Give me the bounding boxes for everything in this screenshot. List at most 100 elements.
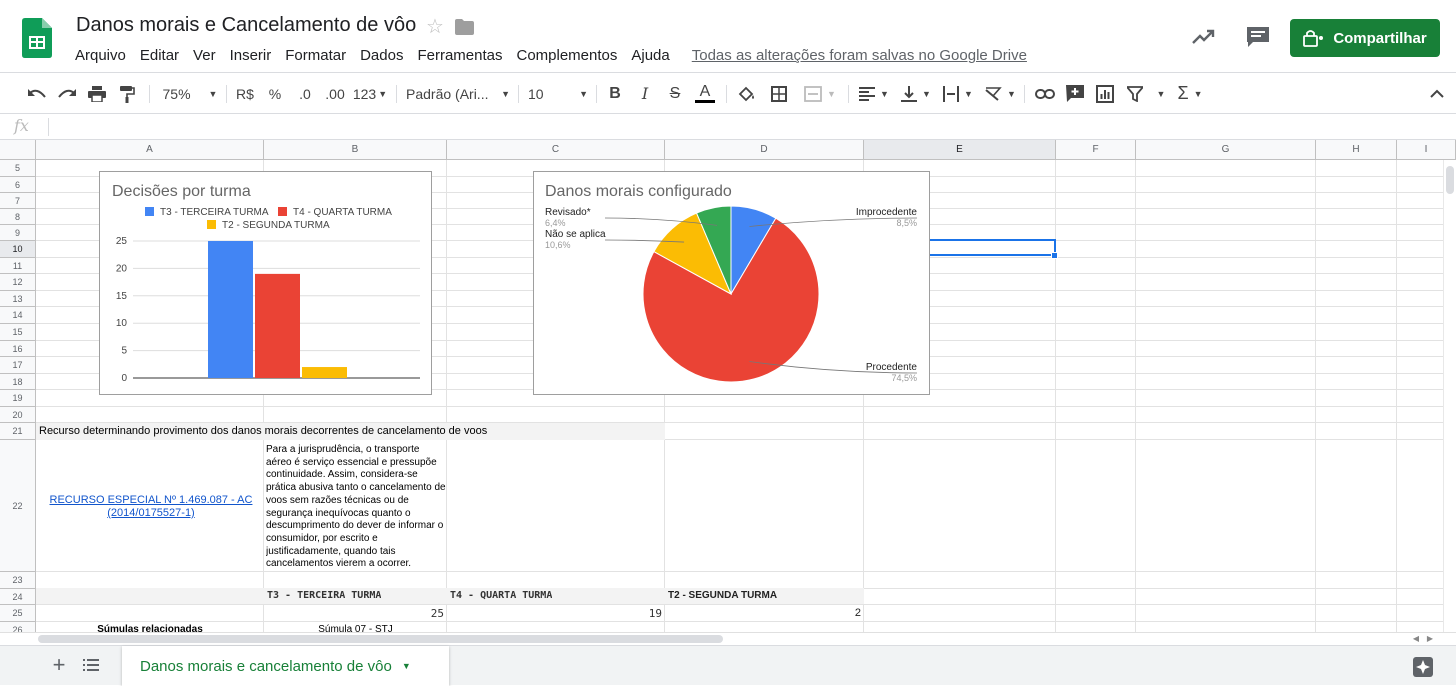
all-sheets-icon[interactable] bbox=[83, 658, 99, 672]
cell-b24[interactable]: T3 - TERCEIRA TURMA bbox=[267, 590, 381, 601]
column-header-b[interactable]: B bbox=[264, 140, 447, 160]
borders-icon[interactable] bbox=[766, 73, 792, 114]
menu-formatar[interactable]: Formatar bbox=[278, 45, 353, 67]
redo-icon[interactable] bbox=[54, 73, 80, 114]
menu-ajuda[interactable]: Ajuda bbox=[624, 45, 676, 67]
row-header-23[interactable]: 23 bbox=[0, 572, 36, 589]
vertical-scroll-thumb[interactable] bbox=[1446, 166, 1454, 194]
undo-icon[interactable] bbox=[24, 73, 50, 114]
save-status-link[interactable]: Todas as alterações foram salvas no Goog… bbox=[677, 45, 1035, 67]
case-link[interactable]: RECURSO ESPECIAL Nº 1.469.087 - AC (2014… bbox=[46, 494, 256, 520]
explore-button[interactable] bbox=[1408, 654, 1438, 680]
folder-icon[interactable] bbox=[454, 19, 474, 35]
column-header-f[interactable]: F bbox=[1056, 140, 1136, 160]
row-header-15[interactable]: 15 bbox=[0, 324, 36, 341]
menu-ver[interactable]: Ver bbox=[186, 45, 223, 67]
row-header-6[interactable]: 6 bbox=[0, 177, 36, 193]
activity-trend-icon[interactable] bbox=[1190, 25, 1218, 49]
row-header-8[interactable]: 8 bbox=[0, 209, 36, 225]
font-select[interactable]: Padrão (Ari... ▼ bbox=[406, 73, 510, 114]
comments-icon[interactable] bbox=[1245, 25, 1271, 49]
column-header-e[interactable]: E bbox=[864, 140, 1056, 160]
row-header-12[interactable]: 12 bbox=[0, 274, 36, 291]
merge-cells-icon[interactable]: ▼ bbox=[798, 73, 842, 114]
row-header-18[interactable]: 18 bbox=[0, 374, 36, 390]
cell-b22[interactable]: Para a jurisprudência, o transporte aére… bbox=[266, 444, 446, 571]
menu-complementos[interactable]: Complementos bbox=[509, 45, 624, 67]
row-header-9[interactable]: 9 bbox=[0, 225, 36, 241]
bold-button[interactable]: B bbox=[602, 73, 628, 114]
column-header-d[interactable]: D bbox=[665, 140, 864, 160]
horizontal-scroll-thumb[interactable] bbox=[38, 635, 723, 643]
cell-d25[interactable]: 2 bbox=[667, 607, 861, 619]
cell-c25[interactable]: 19 bbox=[449, 607, 662, 620]
functions-button[interactable]: Σ ▼ bbox=[1172, 73, 1208, 114]
currency-format-button[interactable]: R$ bbox=[232, 73, 258, 114]
text-color-button[interactable]: A bbox=[692, 73, 718, 114]
bar-chart[interactable]: Decisões por turma T3 - TERCEIRA TURMA T4 … bbox=[99, 171, 432, 395]
print-icon[interactable] bbox=[84, 73, 110, 114]
vertical-align-icon[interactable]: ▼ bbox=[898, 73, 934, 114]
column-header-i[interactable]: I bbox=[1397, 140, 1456, 160]
column-header-h[interactable]: H bbox=[1316, 140, 1397, 160]
column-header-c[interactable]: C bbox=[447, 140, 665, 160]
menu-arquivo[interactable]: Arquivo bbox=[68, 45, 133, 67]
document-title[interactable]: Danos morais e Cancelamento de vôo bbox=[76, 14, 416, 37]
column-header-a[interactable]: A bbox=[36, 140, 264, 160]
select-all-corner[interactable] bbox=[0, 140, 36, 160]
menu-ferramentas[interactable]: Ferramentas bbox=[410, 45, 509, 67]
insert-chart-icon[interactable] bbox=[1092, 73, 1118, 114]
sheet-tab-dropdown-icon[interactable]: ▼ bbox=[402, 661, 411, 671]
row-header-17[interactable]: 17 bbox=[0, 357, 36, 374]
star-icon[interactable]: ☆ bbox=[426, 14, 444, 39]
cell-d24[interactable]: T2 - SEGUNDA TURMA bbox=[668, 590, 777, 601]
italic-button[interactable]: I bbox=[632, 73, 658, 114]
horizontal-align-icon[interactable]: ▼ bbox=[856, 73, 892, 114]
text-rotation-icon[interactable]: ▼ bbox=[982, 73, 1018, 114]
cell-b25[interactable]: 25 bbox=[266, 607, 444, 620]
scroll-left-icon[interactable]: ◀ bbox=[1410, 634, 1422, 644]
menu-inserir[interactable]: Inserir bbox=[223, 45, 279, 67]
row-header-16[interactable]: 16 bbox=[0, 341, 36, 357]
cell-a21[interactable]: Recurso determinando provimento dos dano… bbox=[39, 425, 487, 437]
row-header-20[interactable]: 20 bbox=[0, 407, 36, 423]
text-wrapping-icon[interactable]: ▼ bbox=[940, 73, 976, 114]
row-header-5[interactable]: 5 bbox=[0, 160, 36, 177]
collapse-toolbar-icon[interactable] bbox=[1424, 73, 1450, 114]
column-header-g[interactable]: G bbox=[1136, 140, 1316, 160]
row-header-11[interactable]: 11 bbox=[0, 258, 36, 274]
sheets-logo-icon[interactable] bbox=[22, 18, 52, 58]
row-header-7[interactable]: 7 bbox=[0, 193, 36, 209]
insert-link-icon[interactable] bbox=[1032, 73, 1058, 114]
number-format-select[interactable]: 123 ▼ bbox=[352, 73, 388, 114]
row-header-25[interactable]: 25 bbox=[0, 605, 36, 622]
fill-color-icon[interactable] bbox=[734, 73, 760, 114]
insert-comment-icon[interactable] bbox=[1062, 73, 1088, 114]
font-size-select[interactable]: 10 ▼ bbox=[528, 73, 588, 114]
zoom-select[interactable]: 75% ▼ bbox=[158, 73, 222, 114]
percent-format-button[interactable]: % bbox=[262, 73, 288, 114]
vertical-scrollbar[interactable] bbox=[1443, 160, 1456, 636]
share-button[interactable]: Compartilhar bbox=[1290, 19, 1440, 57]
sheet-tab-active[interactable]: Danos morais e cancelamento de vôo ▼ bbox=[122, 646, 449, 686]
row-header-13[interactable]: 13 bbox=[0, 291, 36, 307]
decrease-decimal-button[interactable]: .0 bbox=[292, 73, 318, 114]
row-header-24[interactable]: 24 bbox=[0, 589, 36, 605]
formula-input[interactable] bbox=[56, 114, 1446, 139]
row-header-19[interactable]: 19 bbox=[0, 390, 36, 407]
pie-chart[interactable]: Danos morais configurado Improcedente 8,5%… bbox=[533, 171, 930, 395]
add-sheet-icon[interactable]: + bbox=[48, 654, 70, 676]
paint-format-icon[interactable] bbox=[114, 73, 140, 114]
increase-decimal-button[interactable]: .00 bbox=[320, 73, 350, 114]
fill-handle[interactable] bbox=[1051, 252, 1058, 259]
scroll-right-icon[interactable]: ▶ bbox=[1424, 634, 1436, 644]
menu-dados[interactable]: Dados bbox=[353, 45, 410, 67]
menu-editar[interactable]: Editar bbox=[133, 45, 186, 67]
cell-c24[interactable]: T4 - QUARTA TURMA bbox=[450, 590, 552, 601]
row-header-14[interactable]: 14 bbox=[0, 307, 36, 324]
strikethrough-button[interactable]: S bbox=[662, 73, 688, 114]
row-header-10[interactable]: 10 bbox=[0, 241, 36, 258]
row-header-21[interactable]: 21 bbox=[0, 423, 36, 440]
horizontal-scrollbar[interactable]: ◀ ▶ bbox=[0, 632, 1456, 645]
row-header-22[interactable]: 22 bbox=[0, 440, 36, 572]
